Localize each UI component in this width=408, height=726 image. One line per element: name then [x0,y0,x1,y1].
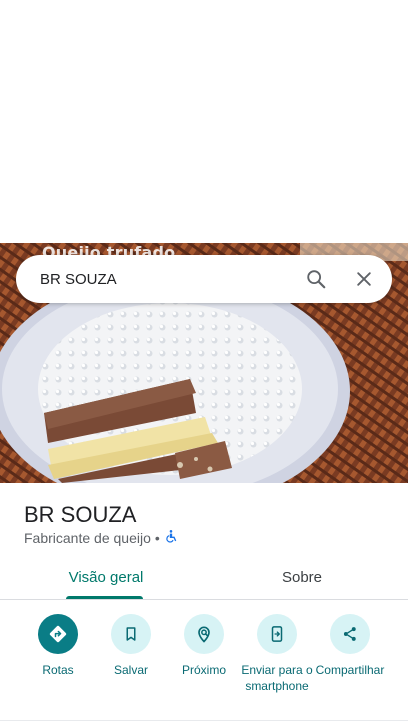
action-buttons: Rotas Salvar Próximo Enviar para o smart… [0,614,408,714]
wheelchair-accessible-icon [164,529,178,546]
place-category-line: Fabricante de queijo • [24,529,178,546]
tab-about-label: Sobre [281,568,323,586]
place-title: BR SOUZA [24,502,137,527]
nearby-button[interactable]: Próximo [164,614,244,678]
nearby-icon [184,614,224,654]
tab-about[interactable]: Sobre [200,555,404,599]
divider [0,720,408,721]
active-tab-indicator [66,596,143,599]
nearby-label: Próximo [181,663,226,677]
directions-label: Rotas [42,663,74,677]
save-label: Salvar [113,663,148,677]
send-to-phone-label: Enviar para o smartphone [241,663,313,693]
bookmark-icon [111,614,151,654]
directions-icon [38,614,78,654]
share-label: Compartilhar [315,663,385,677]
blank-area [0,0,408,243]
save-button[interactable]: Salvar [91,614,171,678]
tab-overview[interactable]: Visão geral [0,555,212,599]
search-input[interactable]: BR SOUZA [40,271,296,288]
share-icon [330,614,370,654]
send-to-phone-button[interactable]: Enviar para o smartphone [237,614,317,694]
share-button[interactable]: Compartilhar [310,614,390,678]
place-tabs: Visão geral Sobre [0,555,408,600]
send-to-phone-icon [257,614,297,654]
close-icon[interactable] [344,259,384,299]
directions-button[interactable]: Rotas [18,614,98,678]
search-icon[interactable] [296,259,336,299]
place-category: Fabricante de queijo [24,529,151,546]
search-bar[interactable]: BR SOUZA [16,255,392,303]
tab-overview-label: Visão geral [68,568,144,586]
separator-dot: • [154,529,160,546]
